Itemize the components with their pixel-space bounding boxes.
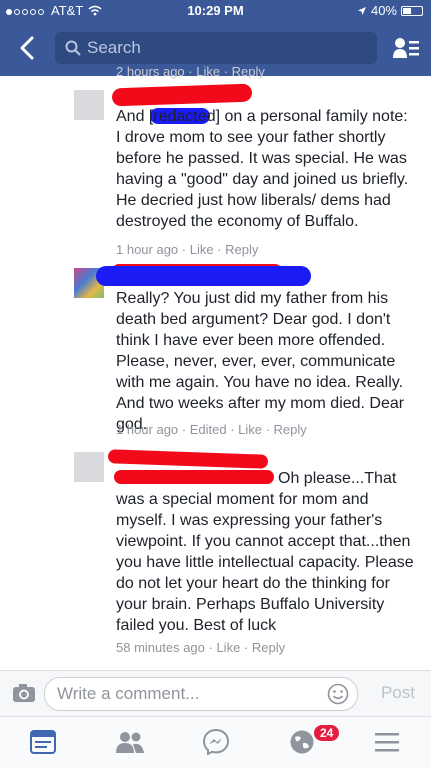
news-feed-icon [30, 730, 56, 754]
comment-meta[interactable]: 58 minutes ago · Like · Reply [116, 640, 285, 655]
camera-icon[interactable] [12, 683, 36, 703]
globe-icon [290, 730, 314, 754]
comment-1: And [redacted] on a personal family note… [0, 80, 431, 270]
redaction-scribble [107, 449, 269, 469]
sticker-smiley-icon[interactable] [327, 683, 349, 705]
comment-text: And [redacted] on a personal family note… [116, 108, 409, 230]
comment-input[interactable]: Write a comment... [44, 677, 358, 711]
contacts-list-icon[interactable] [393, 36, 419, 60]
friends-icon [116, 732, 144, 753]
tab-messenger[interactable] [201, 727, 231, 757]
tab-friend-requests[interactable] [115, 727, 145, 757]
comment-input-placeholder: Write a comment... [57, 684, 200, 703]
battery-icon [401, 5, 423, 16]
search-placeholder: Search [87, 38, 141, 57]
status-right: 40% [357, 3, 423, 18]
tab-bar: 24 [0, 716, 431, 768]
notifications-badge: 24 [314, 725, 340, 741]
comment-meta[interactable]: 1 hour ago · Like · Reply [116, 242, 258, 257]
location-arrow-icon [357, 6, 366, 15]
post-button[interactable]: Post [381, 683, 415, 703]
tab-notifications[interactable] [287, 727, 317, 757]
comment-2: Really? You just did my father from his … [0, 262, 431, 442]
status-bar: AT&T 10:29 PM 40% [0, 0, 431, 20]
tab-more-menu[interactable] [372, 727, 402, 757]
battery-percent: 40% [370, 3, 397, 18]
tab-news-feed[interactable] [28, 727, 58, 757]
comment-text: Oh please...That was a special moment fo… [116, 470, 414, 634]
avatar[interactable] [74, 452, 104, 482]
comment-text: Really? You just did my father from his … [116, 290, 405, 433]
hamburger-menu-icon [375, 733, 399, 752]
avatar[interactable] [74, 90, 104, 120]
previous-comment-meta: 2 hours ago · Like · Reply [116, 64, 265, 79]
search-input[interactable]: Search [55, 32, 377, 64]
messenger-icon [203, 729, 229, 755]
comment-composer: Write a comment... Post [0, 670, 431, 716]
search-icon [65, 40, 81, 56]
redaction-scribble [96, 266, 311, 286]
redaction-scribble [111, 83, 253, 107]
comment-3: Oh please...That was a special moment fo… [0, 449, 431, 670]
comment-meta[interactable]: 1 hour ago · Edited · Like · Reply [116, 422, 307, 437]
back-chevron-icon[interactable] [14, 34, 42, 62]
